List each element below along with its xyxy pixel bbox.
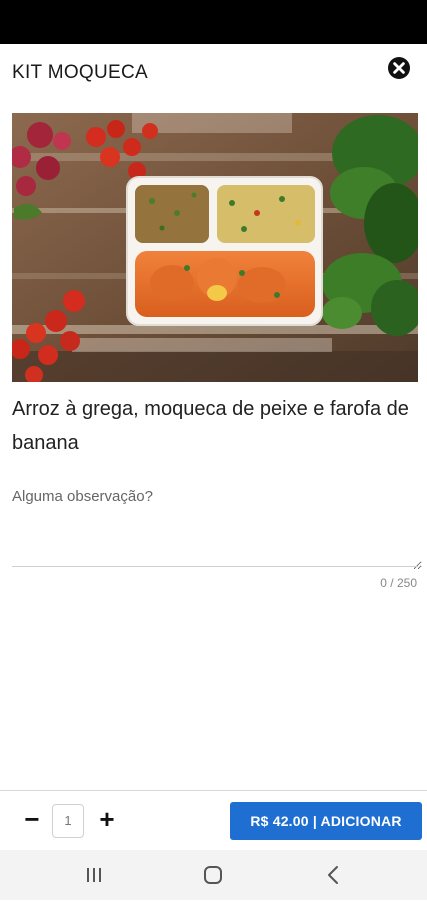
quantity-increase-button[interactable]: + — [93, 806, 121, 834]
status-bar — [0, 0, 427, 44]
close-circle-icon — [388, 57, 410, 79]
back-button[interactable] — [303, 850, 363, 900]
product-description: Arroz à grega, moqueca de peixe e farofa… — [12, 398, 409, 454]
back-icon — [328, 866, 338, 884]
quantity-field[interactable]: 1 — [52, 804, 84, 838]
observation-input[interactable] — [12, 480, 422, 570]
quantity-decrease-button[interactable]: − — [18, 806, 46, 834]
home-icon — [204, 866, 222, 884]
recent-apps-button[interactable] — [64, 850, 124, 900]
observation-underline — [12, 566, 418, 567]
character-counter: 0 / 250 — [380, 576, 417, 590]
modal-header: KIT MOQUECA — [0, 44, 427, 104]
home-button[interactable] — [183, 850, 243, 900]
add-to-cart-button[interactable]: R$ 42.00 | ADICIONAR — [230, 802, 422, 840]
recent-apps-icon — [87, 868, 101, 882]
system-navigation-bar — [0, 850, 427, 900]
order-bar: − 1 + R$ 42.00 | ADICIONAR — [0, 790, 427, 851]
page-title: KIT MOQUECA — [12, 62, 148, 83]
product-image — [12, 113, 418, 382]
close-button[interactable] — [387, 56, 411, 80]
